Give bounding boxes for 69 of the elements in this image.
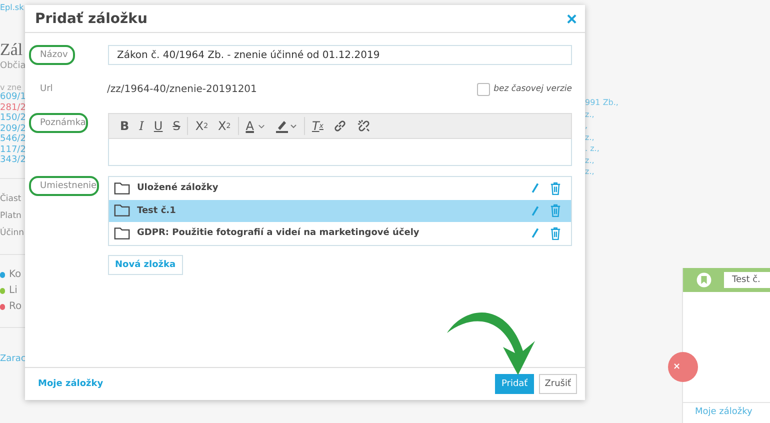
- law-link[interactable]: z.,: [585, 132, 594, 143]
- law-link[interactable]: z.,: [585, 108, 594, 120]
- link-icon: [333, 119, 348, 133]
- note-field[interactable]: [108, 139, 572, 166]
- delete-icon[interactable]: [550, 182, 561, 195]
- folder-name: Test č.1: [137, 206, 177, 216]
- law-link[interactable]: z.,: [585, 166, 594, 178]
- close-button[interactable]: ×: [668, 352, 698, 382]
- law-link[interactable]: 991 Zb.,: [585, 97, 618, 108]
- caret-icon: [258, 124, 265, 128]
- law-link[interactable]: 546/2: [0, 134, 26, 144]
- field-label: Názov: [29, 45, 75, 65]
- meta-label: Účinn: [0, 226, 24, 240]
- law-link[interactable]: ,: [585, 120, 588, 132]
- my-bookmarks-link[interactable]: Moje záložky: [38, 379, 490, 389]
- intro-text: v zne: [0, 83, 22, 92]
- folder-name: Uložené záložky: [137, 183, 220, 194]
- legend-label: Ko: [9, 269, 22, 280]
- title-input[interactable]: Zákon č. 40/1964 Zb. - znenie účinné od 01.12.2019: [108, 45, 572, 65]
- url-text: /zz/1964-40/znenie-20191201: [107, 84, 258, 94]
- folder-icon: [114, 182, 130, 195]
- folder-icon: [114, 226, 130, 240]
- delete-icon[interactable]: [550, 226, 561, 240]
- field-label: Umiestnenie: [29, 176, 99, 196]
- folder-icon: [114, 204, 130, 218]
- legend-label: Li: [9, 285, 18, 296]
- folder-row[interactable]: Test č.1: [109, 200, 571, 222]
- law-link[interactable]: 209/2: [0, 124, 26, 134]
- cancel-button[interactable]: Zrušiť: [538, 374, 577, 394]
- law-link[interactable]: 281/2: [0, 102, 26, 113]
- delete-icon[interactable]: [550, 204, 561, 218]
- legend-label: Ro: [9, 301, 22, 312]
- law-link[interactable]: z.,: [585, 154, 594, 166]
- bookmark-icon: [696, 272, 712, 288]
- marker-icon: [274, 119, 297, 133]
- checkbox-label: bez časovej verzie: [494, 84, 572, 94]
- close-button[interactable]: ×: [566, 10, 577, 28]
- new-folder-button[interactable]: Nová zložka: [108, 254, 183, 274]
- add-button[interactable]: Pridať: [495, 374, 534, 394]
- law-link[interactable]: 609/1: [0, 92, 26, 102]
- edit-icon[interactable]: [531, 204, 539, 217]
- law-link[interactable]: 343/2: [0, 155, 26, 166]
- italic-button[interactable]: I: [134, 116, 149, 136]
- checkbox[interactable]: [476, 82, 490, 96]
- bookmark-name-field[interactable]: Test č.: [724, 272, 770, 288]
- folder-name: GDPR: Použitie fotografií a videí na marketingové účely: [137, 228, 420, 238]
- category-link[interactable]: Zarac: [0, 354, 26, 364]
- folder-row[interactable]: GDPR: Použitie fotografií a videí na marketingové účely: [109, 222, 571, 244]
- dialog-title: Pridať záložku: [35, 10, 148, 26]
- superscript-button[interactable]: X$^{2}$: [213, 116, 236, 136]
- meta-label: Čiast: [0, 192, 22, 206]
- edit-icon[interactable]: [531, 182, 539, 194]
- field-label: Url: [39, 83, 54, 96]
- page-subheading: Občia: [0, 61, 26, 71]
- underline-button[interactable]: U: [148, 116, 168, 136]
- bold-button[interactable]: B: [115, 116, 134, 136]
- law-link[interactable]: . z.,: [585, 143, 600, 154]
- meta-label: Platn: [0, 210, 22, 222]
- unlink-icon: [357, 119, 372, 133]
- field-label: Poznámka: [29, 113, 88, 133]
- law-link[interactable]: 150/2: [0, 113, 26, 124]
- strikethrough-button[interactable]: S: [168, 116, 186, 136]
- page-heading: Zál: [0, 40, 23, 60]
- text-color-button[interactable]: A: [240, 116, 270, 136]
- site-link[interactable]: Epl.sk: [0, 3, 24, 12]
- folder-row[interactable]: Uložené záložky: [109, 177, 571, 200]
- edit-icon[interactable]: [531, 227, 539, 240]
- my-bookmarks-link[interactable]: Moje záložky: [683, 403, 770, 423]
- law-link[interactable]: 117/2: [0, 144, 26, 155]
